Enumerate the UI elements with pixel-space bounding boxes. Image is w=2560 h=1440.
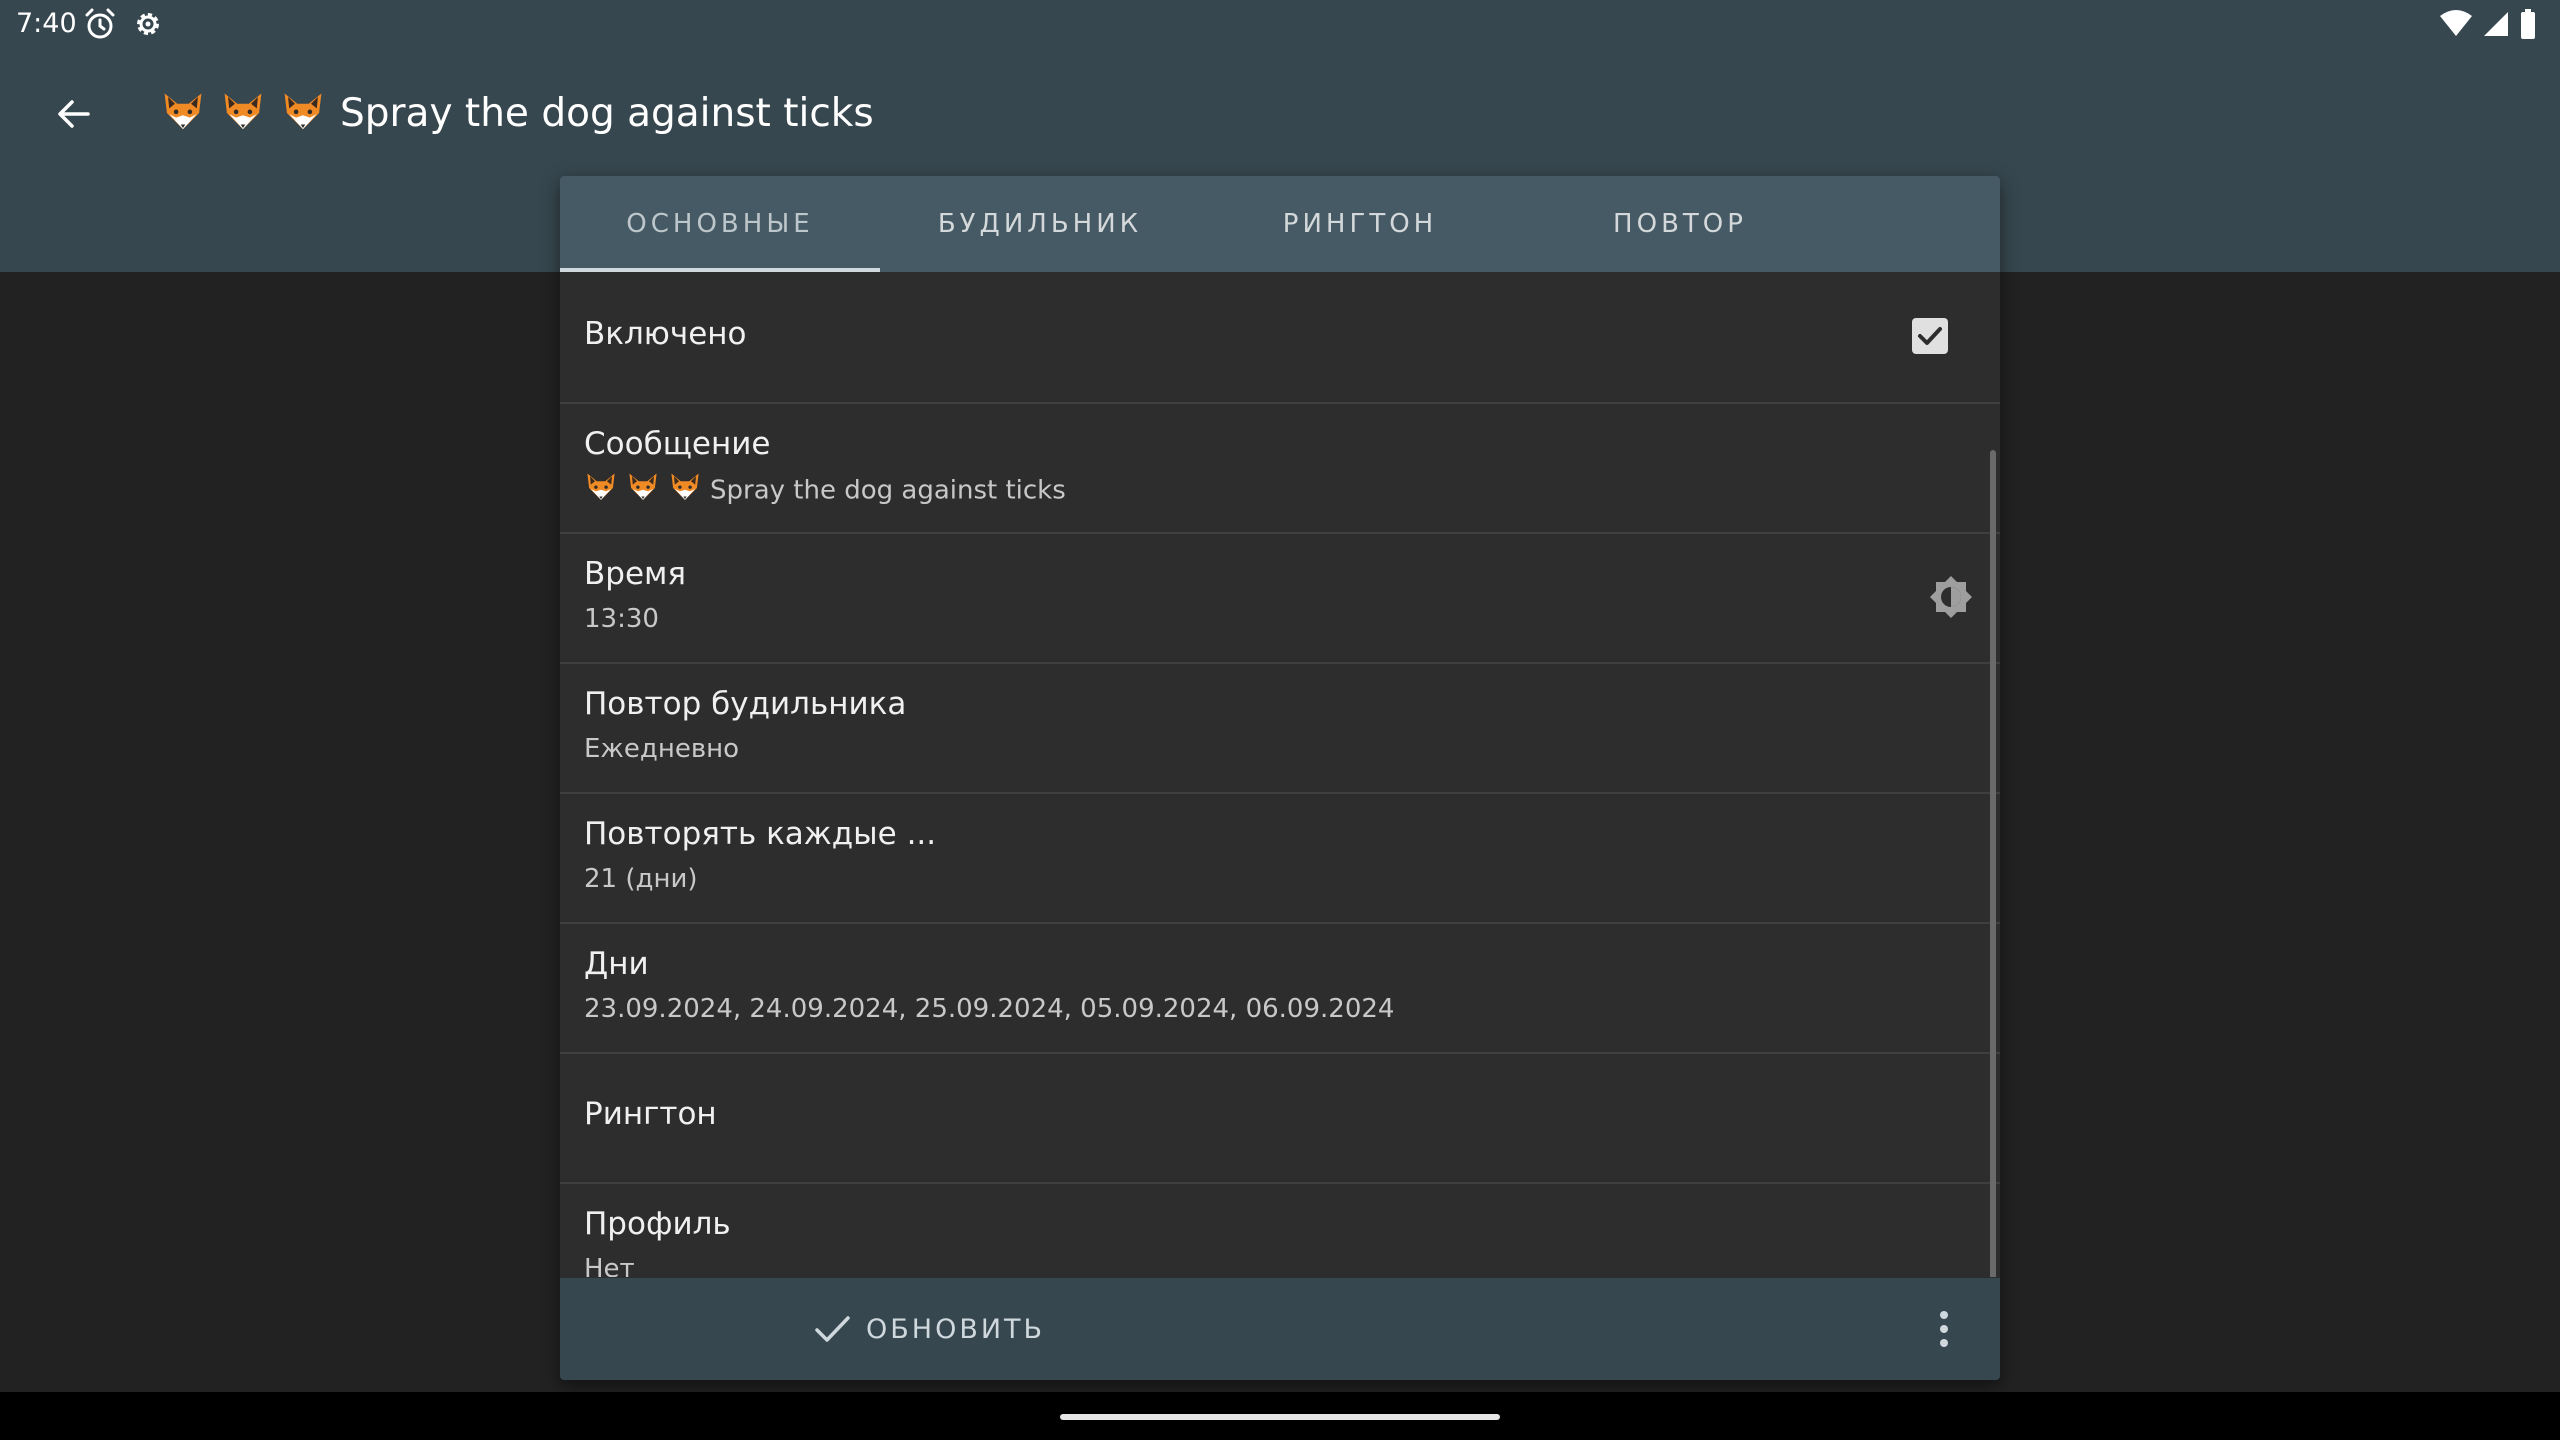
scrollbar[interactable] <box>1990 450 1996 1277</box>
status-time: 7:40 <box>16 8 77 39</box>
fox-face-icon <box>626 471 660 505</box>
message-text: Spray the dog against ticks <box>710 475 1066 506</box>
setting-days[interactable]: Дни 23.09.2024, 24.09.2024, 25.09.2024, … <box>560 922 2000 1054</box>
setting-ringtone[interactable]: Рингтон <box>560 1052 2000 1184</box>
cell-signal-icon <box>2484 12 2508 36</box>
enabled-checkbox[interactable] <box>1912 318 1948 354</box>
setting-alarm-repeat[interactable]: Повтор будильника Ежедневно <box>560 662 2000 794</box>
setting-title: Профиль <box>584 1206 731 1242</box>
alarm-dialog: ОСНОВНЫЕ БУДИЛЬНИК РИНГТОН ПОВТОР Включе… <box>560 176 2000 1380</box>
setting-value: 23.09.2024, 24.09.2024, 25.09.2024, 05.0… <box>584 994 1395 1024</box>
setting-title: Рингтон <box>584 1096 717 1132</box>
back-button[interactable] <box>44 84 104 144</box>
gear-icon <box>137 13 159 35</box>
settings-list[interactable]: Включено Сообщение Spray the dog against… <box>560 272 2000 1277</box>
setting-title: Повторять каждые ... <box>584 816 937 852</box>
theme-brightness-icon[interactable] <box>1928 574 1974 620</box>
setting-repeat-every[interactable]: Повторять каждые ... 21 (дни) <box>560 792 2000 924</box>
page-title-text: Spray the dog against ticks <box>340 91 874 136</box>
setting-value: Ежедневно <box>584 734 740 764</box>
check-icon <box>815 1316 850 1342</box>
page-title: Spray the dog against ticks <box>160 84 874 144</box>
setting-value: 13:30 <box>584 604 659 634</box>
setting-title: Включено <box>584 316 747 352</box>
more-vertical-icon <box>1940 1311 1948 1347</box>
wifi-icon <box>2440 10 2472 36</box>
tab-bar: ОСНОВНЫЕ БУДИЛЬНИК РИНГТОН ПОВТОР <box>560 176 2000 272</box>
update-button[interactable]: ОБНОВИТЬ <box>812 1302 1045 1356</box>
alarm-clock-icon <box>85 8 115 39</box>
setting-enabled[interactable]: Включено <box>560 272 2000 404</box>
setting-profile[interactable]: Профиль Нет <box>560 1182 2000 1277</box>
setting-title: Сообщение <box>584 426 771 462</box>
tab-ringtone[interactable]: РИНГТОН <box>1200 176 1520 272</box>
more-options-button[interactable] <box>1924 1305 1964 1353</box>
gesture-handle[interactable] <box>1060 1414 1500 1420</box>
setting-title: Дни <box>584 946 649 982</box>
tab-alarm[interactable]: БУДИЛЬНИК <box>880 176 1200 272</box>
setting-value: Spray the dog against ticks <box>584 474 1066 508</box>
bottom-action-bar: ОБНОВИТЬ <box>560 1278 2000 1380</box>
fox-face-icon <box>280 90 326 136</box>
battery-icon <box>2521 9 2535 39</box>
tab-main[interactable]: ОСНОВНЫЕ <box>560 176 880 272</box>
fox-face-icon <box>584 471 618 505</box>
fox-face-icon <box>668 471 702 505</box>
status-bar: 7:40 <box>0 0 2560 48</box>
setting-value: 21 (дни) <box>584 864 698 894</box>
setting-title: Повтор будильника <box>584 686 907 722</box>
setting-title: Время <box>584 556 687 592</box>
check-icon <box>1918 327 1942 345</box>
setting-message[interactable]: Сообщение Spray the dog against ticks <box>560 402 2000 534</box>
arrow-back-icon <box>58 100 90 128</box>
fox-face-icon <box>160 90 206 136</box>
setting-value: Нет <box>584 1254 635 1277</box>
fox-face-icon <box>220 90 266 136</box>
tab-repeat[interactable]: ПОВТОР <box>1520 176 1840 272</box>
setting-time[interactable]: Время 13:30 <box>560 532 2000 664</box>
navigation-bar <box>0 1392 2560 1440</box>
status-icons <box>2440 8 2536 40</box>
update-label: ОБНОВИТЬ <box>866 1313 1046 1345</box>
